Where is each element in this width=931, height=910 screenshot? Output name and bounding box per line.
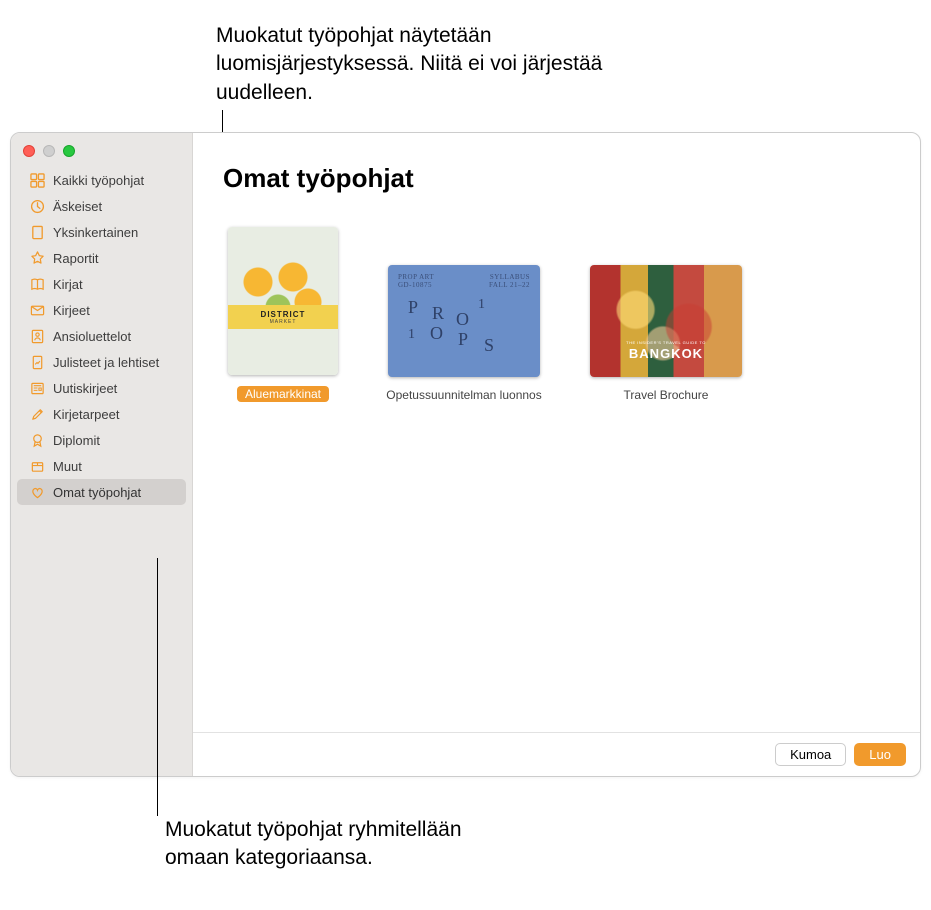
thumb-text: PROP ART GD-10875 [398, 273, 434, 289]
sidebar-item-stationery[interactable]: Kirjetarpeet [17, 401, 186, 427]
cancel-button[interactable]: Kumoa [775, 743, 846, 766]
sidebar-item-label: Diplomit [53, 433, 100, 448]
sidebar-item-label: Kirjetarpeet [53, 407, 119, 422]
callout-bottom: Muokatut työpohjat ryhmitellään omaan ka… [165, 816, 465, 873]
footer: Kumoa Luo [193, 732, 920, 776]
newspaper-icon [29, 380, 45, 396]
sidebar-item-resumes[interactable]: Ansioluettelot [17, 323, 186, 349]
thumb-text: SYLLABUS FALL 21–22 [489, 273, 530, 289]
grid-icon [29, 172, 45, 188]
sidebar-item-my-templates[interactable]: Omat työpohjat [17, 479, 186, 505]
sidebar-item-books[interactable]: Kirjat [17, 271, 186, 297]
template-label: Travel Brochure [624, 388, 709, 402]
thumb-text: DISTRICT [261, 310, 306, 319]
sidebar-item-label: Uutiskirjeet [53, 381, 117, 396]
clock-icon [29, 198, 45, 214]
template-chooser-window: Kaikki työpohjat Äskeiset Yksinkertainen… [10, 132, 921, 777]
sidebar-item-other[interactable]: Muut [17, 453, 186, 479]
templates-grid: DISTRICT MARKET Aluemarkkinat PROP ART G… [223, 222, 890, 402]
template-thumbnail: PROP ART GD-10875 SYLLABUS FALL 21–22 PR… [388, 265, 540, 377]
window-controls [11, 139, 192, 167]
callout-line-bottom [157, 558, 158, 816]
book-icon [29, 276, 45, 292]
stationery-icon [29, 406, 45, 422]
minimize-button[interactable] [43, 145, 55, 157]
heart-icon [29, 484, 45, 500]
thumb-text: THE INSIDER'S TRAVEL GUIDE TO [590, 340, 742, 345]
thumb-text: BANGKOK [629, 346, 703, 361]
sidebar-item-posters[interactable]: Julisteet ja lehtiset [17, 349, 186, 375]
template-thumbnail: DISTRICT MARKET [228, 227, 338, 375]
page-title: Omat työpohjat [223, 163, 890, 194]
create-button[interactable]: Luo [854, 743, 906, 766]
sidebar-item-simple[interactable]: Yksinkertainen [17, 219, 186, 245]
sidebar-item-all-templates[interactable]: Kaikki työpohjat [17, 167, 186, 193]
template-label: Aluemarkkinat [237, 386, 329, 402]
doc-icon [29, 224, 45, 240]
sidebar-item-label: Yksinkertainen [53, 225, 138, 240]
envelope-icon [29, 302, 45, 318]
sidebar-item-label: Julisteet ja lehtiset [53, 355, 159, 370]
sidebar-item-newsletters[interactable]: Uutiskirjeet [17, 375, 186, 401]
sidebar-item-certificates[interactable]: Diplomit [17, 427, 186, 453]
sidebar-item-label: Raportit [53, 251, 99, 266]
maximize-button[interactable] [63, 145, 75, 157]
template-item-travel-brochure[interactable]: THE INSIDER'S TRAVEL GUIDE TO BANGKOK Tr… [585, 260, 747, 402]
thumb-text: MARKET [270, 319, 297, 325]
sidebar-item-label: Kaikki työpohjat [53, 173, 144, 188]
person-icon [29, 328, 45, 344]
template-thumbnail: THE INSIDER'S TRAVEL GUIDE TO BANGKOK [590, 265, 742, 377]
sidebar: Kaikki työpohjat Äskeiset Yksinkertainen… [11, 133, 193, 776]
sidebar-item-label: Äskeiset [53, 199, 102, 214]
sidebar-item-label: Omat työpohjat [53, 485, 141, 500]
poster-icon [29, 354, 45, 370]
template-item-opetussuunnitelma[interactable]: PROP ART GD-10875 SYLLABUS FALL 21–22 PR… [383, 260, 545, 402]
content: Omat työpohjat DISTRICT MARKET Al [193, 133, 920, 732]
box-icon [29, 458, 45, 474]
ribbon-icon [29, 432, 45, 448]
sidebar-item-label: Ansioluettelot [53, 329, 131, 344]
template-item-aluemarkkinat[interactable]: DISTRICT MARKET Aluemarkkinat [223, 222, 343, 402]
sidebar-item-label: Kirjat [53, 277, 83, 292]
star-icon [29, 250, 45, 266]
sidebar-item-reports[interactable]: Raportit [17, 245, 186, 271]
sidebar-item-recent[interactable]: Äskeiset [17, 193, 186, 219]
template-label: Opetussuunnitelman luonnos [386, 388, 541, 402]
sidebar-item-label: Kirjeet [53, 303, 90, 318]
sidebar-item-label: Muut [53, 459, 82, 474]
main-area: Omat työpohjat DISTRICT MARKET Al [193, 133, 920, 776]
close-button[interactable] [23, 145, 35, 157]
callout-top: Muokatut työpohjat näytetään luomisjärje… [216, 22, 616, 107]
sidebar-item-letters[interactable]: Kirjeet [17, 297, 186, 323]
